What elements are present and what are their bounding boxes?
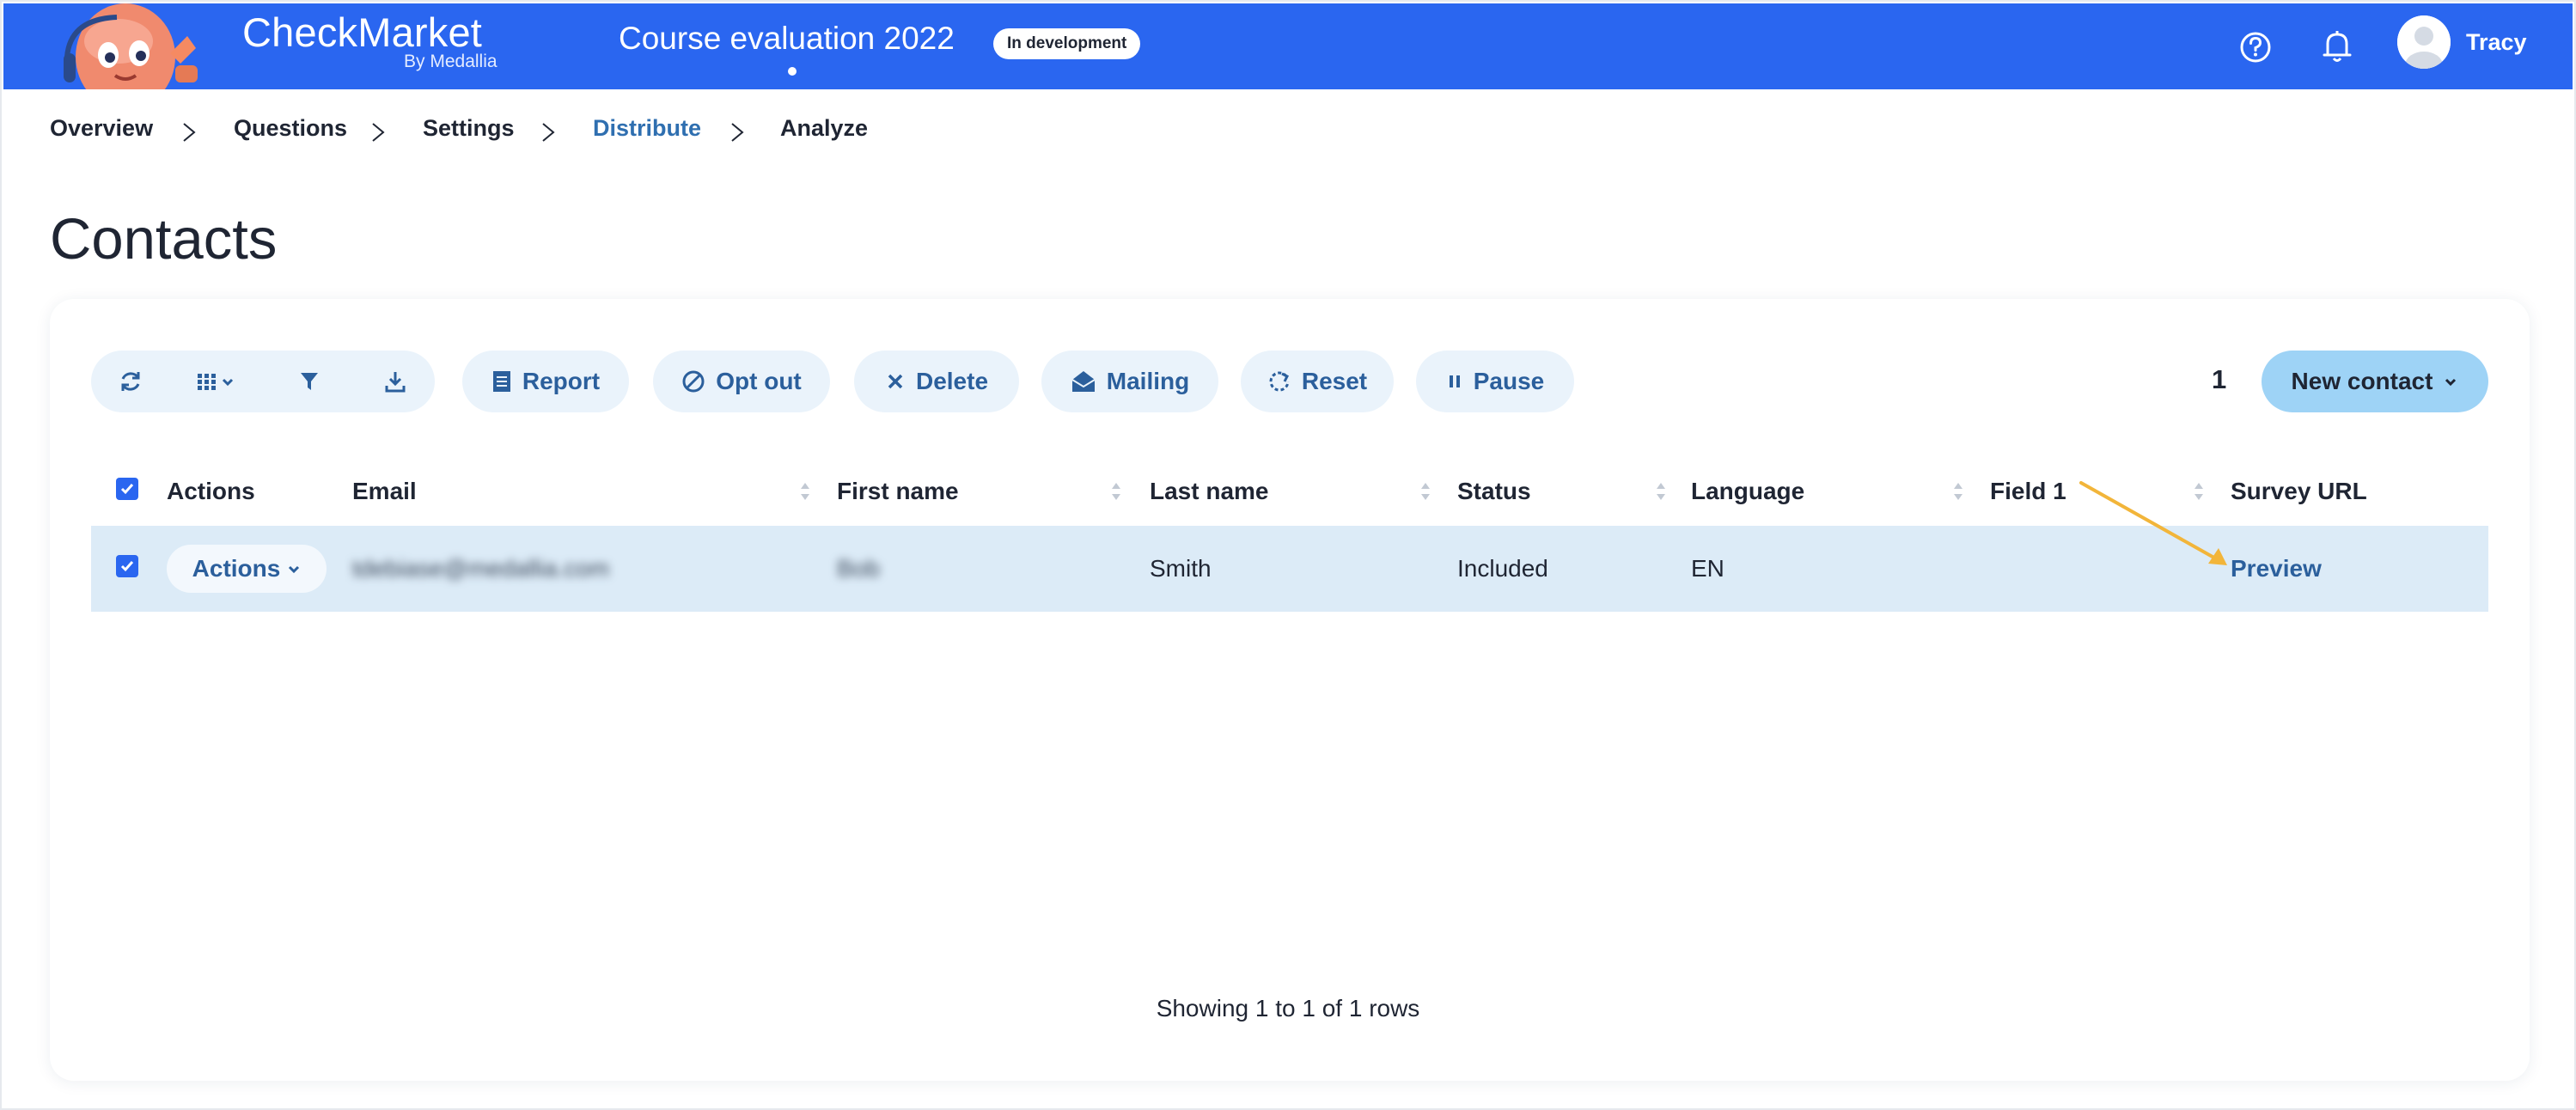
chevron-down-icon bbox=[2445, 378, 2457, 387]
notification-bell-icon[interactable] bbox=[2319, 27, 2355, 65]
table-pagination-info: Showing 1 to 1 of 1 rows bbox=[1156, 995, 1420, 1022]
columns-icon[interactable] bbox=[192, 364, 244, 399]
pause-icon bbox=[1449, 375, 1460, 387]
chevron-right-icon bbox=[368, 119, 388, 146]
column-header-last-name[interactable]: Last name bbox=[1150, 478, 1269, 505]
envelope-icon bbox=[1071, 371, 1096, 392]
annotation-arrow-icon bbox=[2079, 481, 2227, 565]
sort-icon[interactable] bbox=[799, 478, 811, 505]
top-bar: CheckMarket By Medallia Course evaluatio… bbox=[3, 3, 2573, 89]
column-header-status[interactable]: Status bbox=[1457, 478, 1531, 505]
survey-title[interactable]: Course evaluation 2022 bbox=[619, 21, 955, 57]
opt-out-button[interactable]: Opt out bbox=[653, 351, 830, 412]
pause-button-label: Pause bbox=[1473, 368, 1545, 394]
column-header-email[interactable]: Email bbox=[352, 478, 417, 505]
sort-icon[interactable] bbox=[1655, 478, 1667, 505]
reset-button[interactable]: Reset bbox=[1241, 351, 1394, 412]
mascot-logo-icon[interactable] bbox=[58, 3, 204, 89]
brand-name: CheckMarket bbox=[242, 9, 483, 55]
chevron-right-icon bbox=[727, 119, 748, 146]
chevron-right-icon bbox=[538, 119, 559, 146]
user-avatar[interactable] bbox=[2397, 15, 2451, 69]
filter-icon[interactable] bbox=[292, 364, 327, 399]
report-icon bbox=[492, 371, 510, 392]
report-button[interactable]: Report bbox=[462, 351, 629, 412]
cell-language: EN bbox=[1691, 555, 1724, 582]
brand-subtitle: By Medallia bbox=[404, 52, 497, 71]
selected-count: 1 bbox=[2212, 364, 2227, 394]
cell-last-name: Smith bbox=[1150, 555, 1212, 582]
preview-link[interactable]: Preview bbox=[2231, 555, 2322, 582]
mailing-button-label: Mailing bbox=[1106, 368, 1190, 394]
reset-icon bbox=[1269, 371, 1290, 392]
opt-out-button-label: Opt out bbox=[716, 368, 802, 394]
contacts-card bbox=[50, 299, 2530, 1081]
chevron-down-icon bbox=[289, 565, 300, 574]
delete-button-label: Delete bbox=[915, 368, 989, 394]
user-name[interactable]: Tracy bbox=[2466, 29, 2527, 56]
row-actions-button[interactable]: Actions bbox=[167, 545, 327, 593]
page-title: Contacts bbox=[50, 207, 278, 271]
download-icon[interactable] bbox=[378, 364, 412, 399]
help-icon[interactable] bbox=[2237, 29, 2274, 65]
report-button-label: Report bbox=[522, 368, 601, 394]
breadcrumb-overview[interactable]: Overview bbox=[50, 115, 153, 142]
sort-icon[interactable] bbox=[1110, 478, 1122, 505]
breadcrumb-settings[interactable]: Settings bbox=[423, 115, 515, 142]
column-header-language[interactable]: Language bbox=[1691, 478, 1804, 505]
new-contact-button[interactable]: New contact bbox=[2262, 351, 2488, 412]
select-all-checkbox[interactable] bbox=[116, 478, 138, 500]
reset-button-label: Reset bbox=[1301, 368, 1368, 394]
close-icon bbox=[888, 374, 903, 389]
column-header-field-1[interactable]: Field 1 bbox=[1990, 478, 2066, 505]
status-badge: In development bbox=[993, 28, 1141, 59]
column-header-first-name[interactable]: First name bbox=[837, 478, 959, 505]
breadcrumb-analyze[interactable]: Analyze bbox=[780, 115, 868, 142]
refresh-icon[interactable] bbox=[113, 364, 148, 399]
sort-icon[interactable] bbox=[1952, 478, 1964, 505]
cell-status: Included bbox=[1457, 555, 1548, 582]
pause-button[interactable]: Pause bbox=[1416, 351, 1574, 412]
column-header-survey-url: Survey URL bbox=[2231, 478, 2367, 504]
row-actions-label: Actions bbox=[192, 555, 281, 582]
column-header-actions: Actions bbox=[167, 478, 255, 504]
row-checkbox[interactable] bbox=[116, 555, 138, 577]
mailing-button[interactable]: Mailing bbox=[1041, 351, 1218, 412]
sort-icon[interactable] bbox=[1419, 478, 1431, 505]
breadcrumb-questions[interactable]: Questions bbox=[234, 115, 347, 142]
new-contact-label: New contact bbox=[2291, 368, 2433, 394]
delete-button[interactable]: Delete bbox=[854, 351, 1019, 412]
cell-first-name: Bob bbox=[837, 555, 880, 582]
chevron-right-icon bbox=[179, 119, 199, 146]
cell-email: tdebiase@medallia.com bbox=[352, 555, 610, 582]
breadcrumb-distribute[interactable]: Distribute bbox=[593, 115, 701, 142]
block-icon bbox=[682, 370, 705, 393]
title-indicator-dot bbox=[788, 67, 797, 76]
